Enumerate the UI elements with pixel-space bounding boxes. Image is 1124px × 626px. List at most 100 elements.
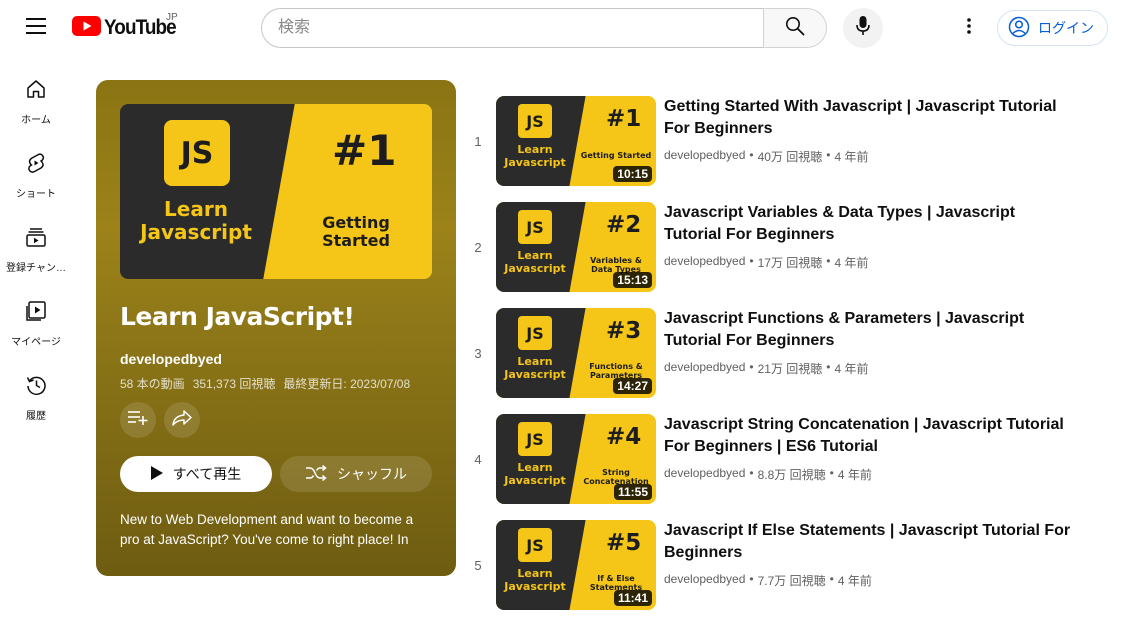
video-metadata: developedbyed • 17万 回視聴 • 4 年前 — [664, 254, 869, 271]
channel-name[interactable]: developedbyed — [664, 572, 745, 589]
share-button[interactable] — [164, 402, 200, 438]
play-icon — [150, 465, 163, 483]
playlist-video-item[interactable]: 5 JS Learn Javascript #5 If & Else State… — [464, 520, 1104, 626]
thumb-javascript-line: Javascript — [504, 155, 566, 169]
playlist-stats: 58 本の動画 351,373 回視聴 最終更新日: 2023/07/08 — [120, 375, 410, 392]
thumb-learn-text: Learn Javascript — [498, 567, 572, 593]
playlist-owner-link[interactable]: developedbyed — [120, 351, 222, 367]
video-title[interactable]: Javascript If Else Statements | Javascri… — [664, 520, 1074, 564]
nav-item-subscriptions[interactable]: 登録チャン… — [0, 212, 72, 286]
video-age: 4 年前 — [834, 256, 869, 270]
nav-item-label: 履歴 — [26, 411, 46, 422]
playlist-video-item[interactable]: 2 JS Learn Javascript #2 Variables & Dat… — [464, 202, 1104, 308]
video-age: 4 年前 — [834, 150, 869, 164]
search-input[interactable] — [261, 8, 763, 48]
video-duration: 15:13 — [613, 272, 652, 288]
shorts-icon — [25, 152, 47, 179]
thumb-learn-text: Learn Javascript — [498, 461, 572, 487]
meta-separator: • — [826, 360, 831, 374]
video-age: 4 年前 — [837, 468, 872, 482]
playlist-video-list: 1 JS Learn Javascript #1 Getting Started… — [464, 96, 1104, 626]
video-index: 1 — [474, 133, 482, 149]
playlist-description[interactable]: New to Web Development and want to becom… — [120, 510, 432, 550]
side-navigation: ホーム ショート 登録チャン… マイページ 履歴 — [0, 64, 72, 434]
nav-item-shorts[interactable]: ショート — [0, 138, 72, 212]
playlist-video-item[interactable]: 1 JS Learn Javascript #1 Getting Started… — [464, 96, 1104, 202]
thumb-learn-line: Learn — [517, 143, 553, 156]
playlist-video-item[interactable]: 4 JS Learn Javascript #4 String Concaten… — [464, 414, 1104, 520]
login-button[interactable]: ログイン — [997, 10, 1108, 46]
meta-separator: • — [829, 466, 834, 480]
video-title[interactable]: Javascript Variables & Data Types | Java… — [664, 202, 1074, 246]
thumb-episode-number: #4 — [606, 424, 642, 450]
search-icon — [785, 16, 805, 41]
playlist-cover-thumbnail[interactable]: JS Learn Javascript #1 Getting Started — [120, 104, 432, 279]
video-thumbnail[interactable]: JS Learn Javascript #4 String Concatenat… — [496, 414, 656, 504]
video-thumbnail[interactable]: JS Learn Javascript #1 Getting Started 1… — [496, 96, 656, 186]
voice-search-button[interactable] — [843, 8, 883, 48]
play-all-button[interactable]: すべて再生 — [120, 456, 272, 492]
video-index: 5 — [474, 557, 482, 573]
video-thumbnail[interactable]: JS Learn Javascript #2 Variables & Data … — [496, 202, 656, 292]
masthead: YouTube JP ログイン — [0, 0, 1124, 56]
video-title[interactable]: Getting Started With Javascript | Javasc… — [664, 96, 1074, 140]
shuffle-icon — [305, 464, 327, 484]
thumb-episode-number: #1 — [606, 106, 642, 132]
nav-item-history[interactable]: 履歴 — [0, 360, 72, 434]
save-playlist-button[interactable] — [120, 402, 156, 438]
view-count: 351,373 回視聴 — [192, 377, 276, 391]
nav-item-library[interactable]: マイページ — [0, 286, 72, 360]
search-button[interactable] — [763, 8, 827, 48]
thumb-subtitle: Getting Started — [580, 151, 652, 160]
channel-name[interactable]: developedbyed — [664, 148, 745, 165]
nav-item-label: マイページ — [11, 337, 61, 348]
video-duration: 11:41 — [613, 590, 652, 606]
video-title[interactable]: Javascript String Concatenation | Javasc… — [664, 414, 1074, 458]
menu-button[interactable] — [16, 10, 56, 46]
play-all-label: すべて再生 — [172, 466, 242, 482]
share-icon — [171, 409, 193, 432]
video-title[interactable]: Javascript Functions & Parameters | Java… — [664, 308, 1074, 352]
more-vertical-icon — [967, 17, 971, 39]
channel-name[interactable]: developedbyed — [664, 360, 745, 377]
cover-learn-line: Learn — [164, 197, 228, 221]
thumb-javascript-line: Javascript — [504, 367, 566, 381]
playlist-add-icon — [127, 410, 149, 431]
video-duration: 11:55 — [613, 484, 652, 500]
settings-menu-button[interactable] — [952, 10, 986, 46]
thumbnail-art: JS Learn Javascript #4 String Concatenat… — [496, 414, 656, 504]
cover-episode-number: #1 — [332, 126, 397, 175]
history-icon — [25, 374, 47, 401]
thumb-episode-number: #3 — [606, 318, 642, 344]
meta-separator: • — [829, 572, 834, 586]
playlist-title: Learn JavaScript! — [120, 302, 355, 331]
video-duration: 14:27 — [613, 378, 652, 394]
meta-separator: • — [749, 360, 754, 374]
meta-separator: • — [749, 466, 754, 480]
video-thumbnail[interactable]: JS Learn Javascript #3 Functions & Param… — [496, 308, 656, 398]
meta-separator: • — [826, 148, 831, 162]
region-code: JP — [166, 12, 178, 23]
youtube-play-icon — [72, 15, 101, 41]
nav-item-label: ショート — [16, 189, 56, 200]
shuffle-button[interactable]: シャッフル — [280, 456, 432, 492]
channel-name[interactable]: developedbyed — [664, 466, 745, 483]
cover-javascript-line: Javascript — [140, 220, 252, 244]
library-icon — [25, 300, 47, 327]
thumb-learn-text: Learn Javascript — [498, 249, 572, 275]
thumb-learn-text: Learn Javascript — [498, 355, 572, 381]
channel-name[interactable]: developedbyed — [664, 254, 745, 271]
thumb-learn-line: Learn — [517, 461, 553, 474]
hamburger-icon — [26, 17, 46, 39]
meta-separator: • — [749, 148, 754, 162]
meta-separator: • — [749, 572, 754, 586]
thumb-episode-number: #5 — [606, 530, 642, 556]
video-index: 2 — [474, 239, 482, 255]
account-circle-icon — [1008, 16, 1030, 41]
nav-item-home[interactable]: ホーム — [0, 64, 72, 138]
playlist-video-item[interactable]: 3 JS Learn Javascript #3 Functions & Par… — [464, 308, 1104, 414]
last-updated: 最終更新日: 2023/07/08 — [283, 377, 411, 391]
video-thumbnail[interactable]: JS Learn Javascript #5 If & Else Stateme… — [496, 520, 656, 610]
thumb-javascript-line: Javascript — [504, 473, 566, 487]
js-logo-badge: JS — [164, 120, 230, 186]
